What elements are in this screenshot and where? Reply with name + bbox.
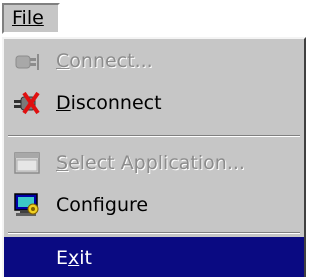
menu-item-exit-label: Exit: [56, 247, 92, 269]
disconnect-plug-icon: [14, 91, 40, 115]
menu-item-exit[interactable]: Exit: [4, 237, 304, 277]
menu-item-select-application[interactable]: Select Application...: [4, 143, 304, 183]
menu-item-configure-label: Configure: [56, 194, 149, 216]
menu-item-disconnect-label: Disconnect: [56, 92, 162, 114]
file-menu[interactable]: File: [2, 3, 60, 34]
menu-separator: [8, 135, 300, 137]
menu-bar: File: [0, 0, 307, 38]
plug-icon: [15, 54, 39, 70]
menu-item-connect[interactable]: Connect...: [4, 41, 304, 81]
file-menu-label: File: [12, 7, 44, 29]
configure-icon: [14, 193, 39, 216]
application-window: File Connect... Disconnect Select Applic…: [0, 0, 307, 277]
menu-item-configure[interactable]: Configure: [4, 185, 304, 225]
menu-item-select-application-label: Select Application...: [56, 152, 245, 174]
menu-item-connect-label: Connect...: [56, 50, 153, 72]
menu-item-disconnect[interactable]: Disconnect: [4, 83, 304, 123]
window-icon: [14, 152, 40, 174]
menu-separator: [8, 232, 300, 234]
file-dropdown-menu: Connect... Disconnect Select Application…: [2, 37, 306, 277]
